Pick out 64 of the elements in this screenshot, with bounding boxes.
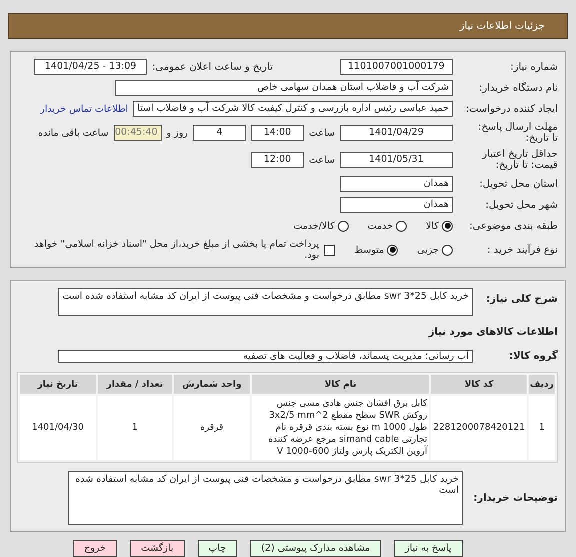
field-label: گروه کالا: [508, 350, 558, 362]
checkbox-label: پرداخت تمام یا بخشی از مبلغ خرید،از محل "اسناد خزانه اسلامی" خواهد بود. [33, 239, 320, 261]
table-cell: 1 [529, 396, 555, 460]
option-label: خدمت [368, 220, 394, 232]
option-label: جزیی [417, 244, 439, 256]
field-label: تاریخ و ساعت اعلان عمومی: [152, 62, 273, 72]
option-label: کالا [426, 220, 439, 232]
remaining-label: ساعت باقی مانده [38, 128, 109, 138]
option-label: متوسط [354, 244, 384, 256]
field-label: حداقل تاریخ اعتبار قیمت: تا تاریخ: [481, 149, 558, 171]
field-label: استان محل تحویل: [478, 178, 558, 190]
field-label: ایجاد کننده درخواست: [464, 104, 558, 114]
action-button[interactable]: بازگشت [130, 540, 185, 557]
column-header: واحد شمارش [174, 375, 250, 394]
radio-button[interactable] [396, 220, 408, 232]
time-label: ساعت [309, 154, 335, 166]
action-button[interactable]: چاپ [198, 540, 238, 557]
column-header: نام کالا [252, 375, 430, 394]
radio-button[interactable] [338, 220, 349, 232]
table-cell: کابل برق افشان جنس هادی مسی جنس روکش SWR سطح مقطع 3x2/5 mm^2 طول 1000 m نوع بسته بندی قرقره نام تجارتی simand cable مرجع عرضه کننده آروین الکتریک پارس ولتاژ 600-1000 V [252, 396, 430, 460]
table-cell: 1 [98, 396, 172, 460]
field-label: توضیحات خریدار: [472, 493, 558, 504]
time-label: ساعت [309, 128, 335, 138]
radio-button[interactable] [442, 244, 453, 256]
text-field[interactable]: 12:00 [251, 152, 304, 168]
text-field[interactable]: همدان [340, 176, 453, 192]
column-header: کد کالا [431, 375, 528, 394]
action-button[interactable]: خروج [73, 540, 118, 557]
field-label: مهلت ارسال پاسخ: تا تاریخ: [477, 122, 558, 144]
action-button[interactable]: مشاهده مدارک پیوستی (2) [250, 540, 382, 557]
text-field[interactable]: 1401/04/29 [340, 125, 453, 141]
text-field[interactable]: 1101007001000179 [340, 59, 453, 75]
contact-link[interactable]: اطلاعات تماس خریدار [40, 104, 128, 114]
table-cell: 2281200078420121 [431, 396, 528, 460]
field-label: نوع فرآیند خرید : [486, 244, 558, 256]
field-label: شماره نیاز: [510, 62, 558, 72]
column-header: تاریخ نیاز [20, 375, 96, 394]
action-button[interactable]: پاسخ به نیاز [394, 540, 463, 557]
table-cell: قرقره [174, 396, 250, 460]
days-label: روز و [166, 128, 188, 138]
field-label: طبقه بندی موضوعی: [468, 220, 558, 232]
field-label: شرح کلی نیاز: [485, 294, 558, 305]
text-field[interactable]: 1401/05/31 [340, 152, 453, 168]
field-label: شهر محل تحویل: [484, 200, 558, 210]
radio-button[interactable] [442, 220, 453, 232]
notes-field: خرید کابل 25*3 swr مطابق درخواست و مشخصات فنی پیوست از ایران کد مشابه استفاده شده است [68, 471, 463, 525]
page-title: جزئیات اطلاعات نیاز [460, 20, 545, 32]
text-field[interactable]: 4 [193, 125, 246, 141]
text-field[interactable]: شرکت آب و فاضلاب استان همدان سهامی خاص [115, 80, 453, 96]
section-heading: اطلاعات کالاهای مورد نیاز [428, 326, 558, 338]
text-field[interactable]: همدان [340, 197, 453, 213]
column-header: تعداد / مقدار [98, 375, 172, 394]
table-cell: 1401/04/30 [20, 396, 96, 460]
radio-button[interactable] [387, 244, 398, 256]
goods-group-field: آب رسانی؛ مدیریت پسماند، فاضلاب و فعالیت های تصفیه [58, 350, 473, 362]
field-label: نام دستگاه خریدار: [478, 82, 558, 94]
checkbox[interactable] [324, 244, 336, 256]
text-field[interactable]: حمید عباسی رئیس اداره بازرسی و کنترل کیفیت کالا شرکت آب و فاضلاب استا [133, 101, 453, 117]
text-field[interactable]: 14:00 [251, 125, 304, 141]
text-field[interactable]: 00:45:40 [114, 125, 162, 141]
option-label: کالا/خدمت [294, 220, 335, 232]
column-header: ردیف [529, 375, 555, 394]
text-field[interactable]: 1401/04/25 - 13:09 [34, 59, 148, 75]
summary-field: خرید کابل 25*3 swr مطابق درخواست و مشخصات فنی پیوست از ایران کد مشابه استفاده شده است [58, 288, 473, 316]
